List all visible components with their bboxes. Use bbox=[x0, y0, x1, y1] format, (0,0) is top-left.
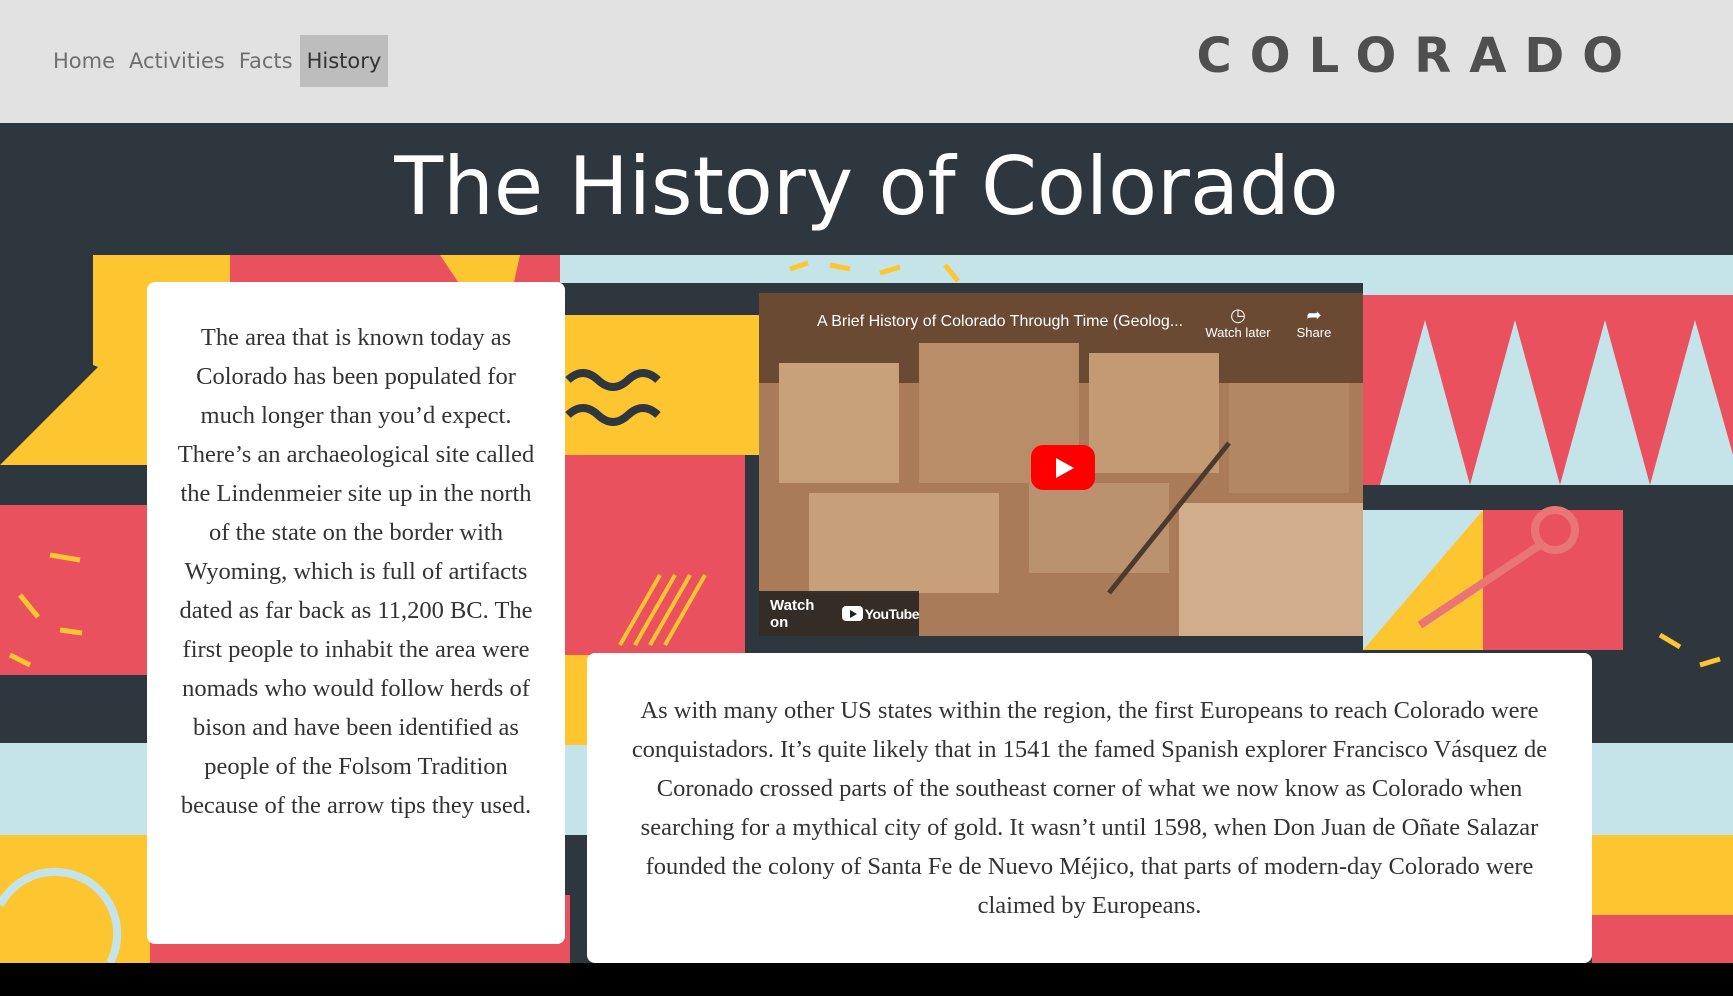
top-nav: Home Activities Facts History COLORADO bbox=[0, 0, 1733, 123]
bottom-bar bbox=[0, 963, 1733, 996]
nav-links: Home Activities Facts History bbox=[46, 35, 389, 87]
clock-icon: ◷ bbox=[1230, 305, 1246, 325]
intro-paragraph: The area that is known today as Colorado… bbox=[177, 324, 535, 819]
watch-later-button[interactable]: ◷ Watch later bbox=[1199, 305, 1277, 340]
youtube-logo-text: YouTube bbox=[864, 605, 920, 622]
intro-text-card: The area that is known today as Colorado… bbox=[147, 282, 565, 944]
nav-link-activities[interactable]: Activities bbox=[122, 35, 232, 87]
watch-later-label: Watch later bbox=[1205, 325, 1271, 340]
youtube-logo: YouTube bbox=[841, 605, 920, 622]
video-title[interactable]: A Brief History of Colorado Through Time… bbox=[817, 313, 1197, 331]
hero-section: The History of Colorado The area that is… bbox=[0, 123, 1733, 963]
watch-on-label: Watch on bbox=[770, 596, 815, 631]
youtube-play-icon bbox=[841, 606, 863, 621]
watch-on-youtube-button[interactable]: Watch on YouTube bbox=[759, 591, 920, 636]
play-button[interactable] bbox=[1031, 445, 1095, 490]
video-embed[interactable]: A Brief History of Colorado Through Time… bbox=[759, 293, 1363, 636]
share-label: Share bbox=[1296, 325, 1332, 340]
nav-link-home[interactable]: Home bbox=[46, 35, 122, 87]
share-icon: ➦ bbox=[1306, 305, 1322, 325]
europeans-paragraph: As with many other US states within the … bbox=[631, 697, 1548, 919]
nav-link-history[interactable]: History bbox=[299, 35, 389, 87]
brand-logo[interactable]: COLORADO bbox=[1197, 26, 1641, 86]
share-button[interactable]: ➦ Share bbox=[1275, 305, 1353, 340]
nav-link-facts[interactable]: Facts bbox=[232, 35, 300, 87]
page-title: The History of Colorado bbox=[394, 140, 1339, 233]
europeans-text-card: As with many other US states within the … bbox=[587, 653, 1592, 963]
